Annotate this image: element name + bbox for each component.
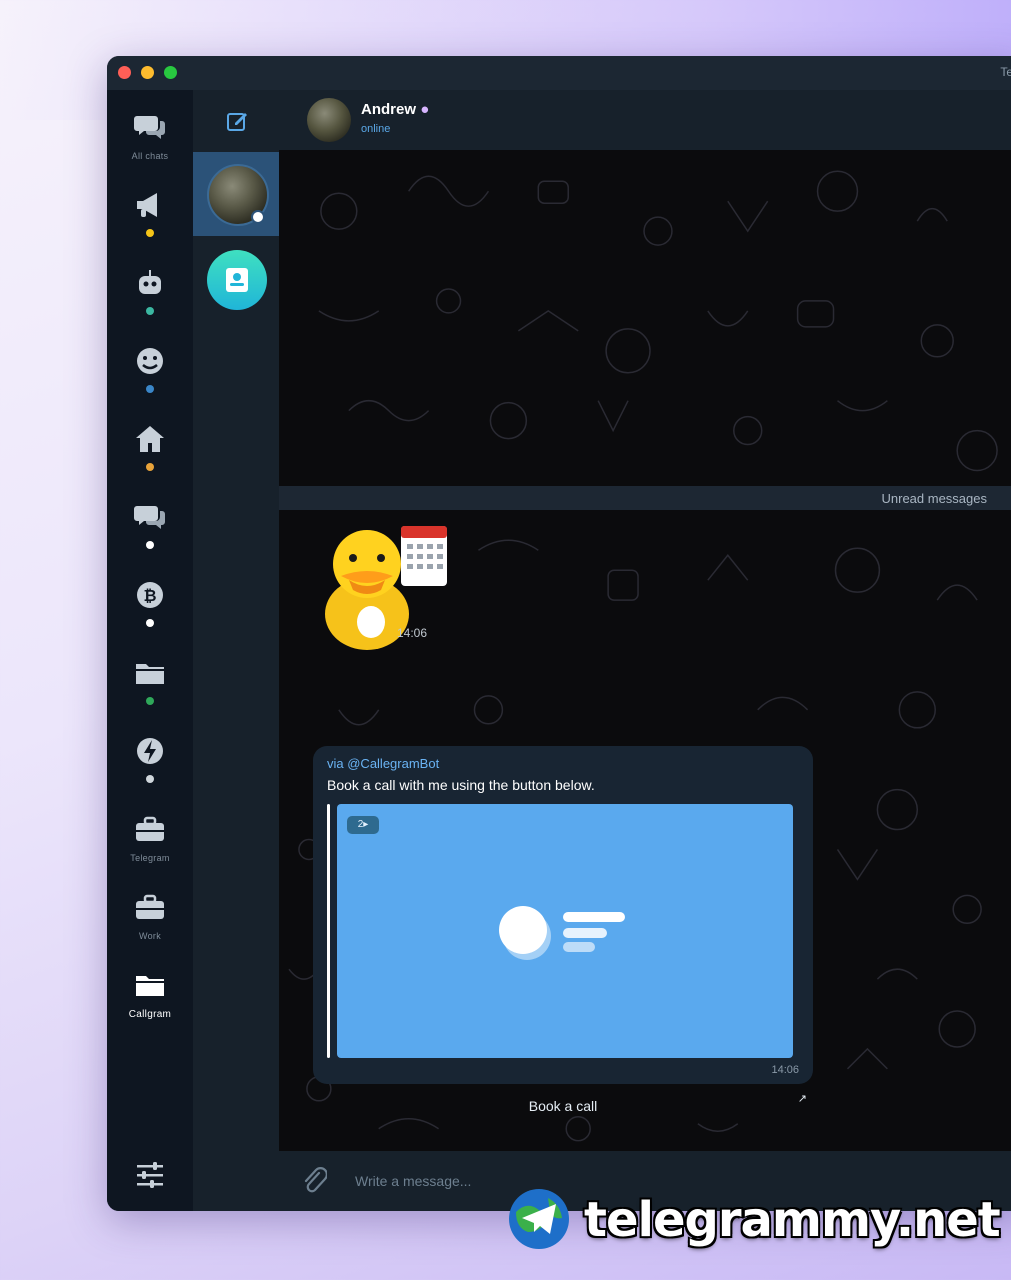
via-bot-link[interactable]: via @CallegramBot [327, 756, 439, 771]
unread-divider: Unread messages [279, 486, 1011, 510]
compose-icon[interactable] [226, 110, 248, 132]
folder-sidebar: All chats ₿ Telegram Work Callgram [107, 90, 193, 1211]
folder-groups[interactable] [107, 346, 193, 393]
chat-item-bot[interactable] [207, 250, 267, 310]
folder-folder[interactable] [107, 658, 193, 705]
folder-crypto[interactable]: ₿ [107, 580, 193, 627]
folder-dot [146, 307, 154, 315]
media-preview[interactable]: 2▸ [337, 804, 793, 1058]
chats-icon [134, 116, 165, 139]
emoji-status-icon: ● [420, 101, 430, 118]
online-indicator [251, 210, 265, 224]
unread-label: Unread messages [881, 491, 988, 506]
folder-all-chats[interactable]: All chats [107, 112, 193, 163]
folder-label: Telegram [130, 853, 170, 863]
duck-sticker[interactable] [309, 516, 459, 656]
telegram-globe-logo-icon [509, 1189, 569, 1249]
folder-home[interactable] [107, 424, 193, 471]
message-time: 14:06 [397, 626, 428, 640]
callgram-logo-icon [499, 906, 625, 960]
chat-history[interactable]: Unread messages 14:06 via @CallegramBot … [279, 150, 1011, 1151]
folder-work-2[interactable]: Work [107, 892, 193, 943]
message-text: Book a call with me using the button bel… [327, 777, 595, 793]
minimize-window-button[interactable] [141, 66, 154, 79]
folder-label: Work [138, 931, 162, 941]
chat-list [193, 90, 279, 1211]
emoji-icon [137, 348, 163, 374]
button-label: Book a call [528, 1098, 598, 1114]
briefcase-icon [136, 816, 164, 841]
chat-header[interactable]: Andrew ● online [279, 90, 1011, 150]
window-title: Te [1000, 65, 1011, 79]
preview-accent-bar [327, 804, 330, 1058]
folder-dot [146, 385, 154, 393]
contact-status: online [361, 123, 391, 135]
contact-card-icon [226, 268, 248, 292]
folder-bots[interactable] [107, 268, 193, 315]
briefcase-icon [136, 894, 164, 919]
settings-sliders-icon[interactable] [134, 1159, 166, 1191]
folder-dot [146, 463, 154, 471]
lightning-icon [137, 738, 163, 764]
folder-icon [136, 664, 164, 684]
megaphone-icon [137, 193, 157, 217]
chat-main: Andrew ● online Unread messages 14:06 vi… [279, 90, 1011, 1211]
preview-badge: 2▸ [347, 816, 379, 834]
app-window: Te All chats ₿ Telegram Work Callgram An… [107, 56, 1011, 1211]
folder-channels[interactable] [107, 190, 193, 237]
svg-text:₿: ₿ [143, 586, 156, 605]
bot-message-bubble[interactable]: via @CallegramBot Book a call with me us… [313, 746, 813, 1084]
folder-dot [146, 697, 154, 705]
folder-work-1[interactable]: Telegram [107, 814, 193, 865]
paperclip-icon[interactable] [301, 1167, 327, 1195]
robot-icon [139, 270, 161, 294]
folder-chats[interactable] [107, 502, 193, 549]
house-icon [136, 426, 164, 452]
folder-fast[interactable] [107, 736, 193, 783]
watermark-text: telegrammy.net [584, 1192, 1001, 1248]
folder-dot [146, 775, 154, 783]
external-link-icon: ↗ [797, 1093, 807, 1105]
folder-label: Callgram [128, 1009, 172, 1020]
folder-callgram[interactable]: Callgram [107, 970, 193, 1021]
contact-name: Andrew ● [361, 101, 430, 118]
zoom-window-button[interactable] [164, 66, 177, 79]
book-a-call-button[interactable]: Book a call ↗ [313, 1090, 813, 1122]
message-time: 14:06 [771, 1064, 799, 1076]
folder-icon [136, 976, 164, 996]
folder-dot [146, 541, 154, 549]
chats-icon [134, 506, 165, 529]
folder-dot [146, 229, 154, 237]
close-window-button[interactable] [118, 66, 131, 79]
avatar[interactable] [307, 98, 351, 142]
folder-label: All chats [131, 151, 169, 161]
title-bar: Te [107, 56, 1011, 90]
bitcoin-icon: ₿ [137, 582, 163, 608]
folder-dot [146, 619, 154, 627]
